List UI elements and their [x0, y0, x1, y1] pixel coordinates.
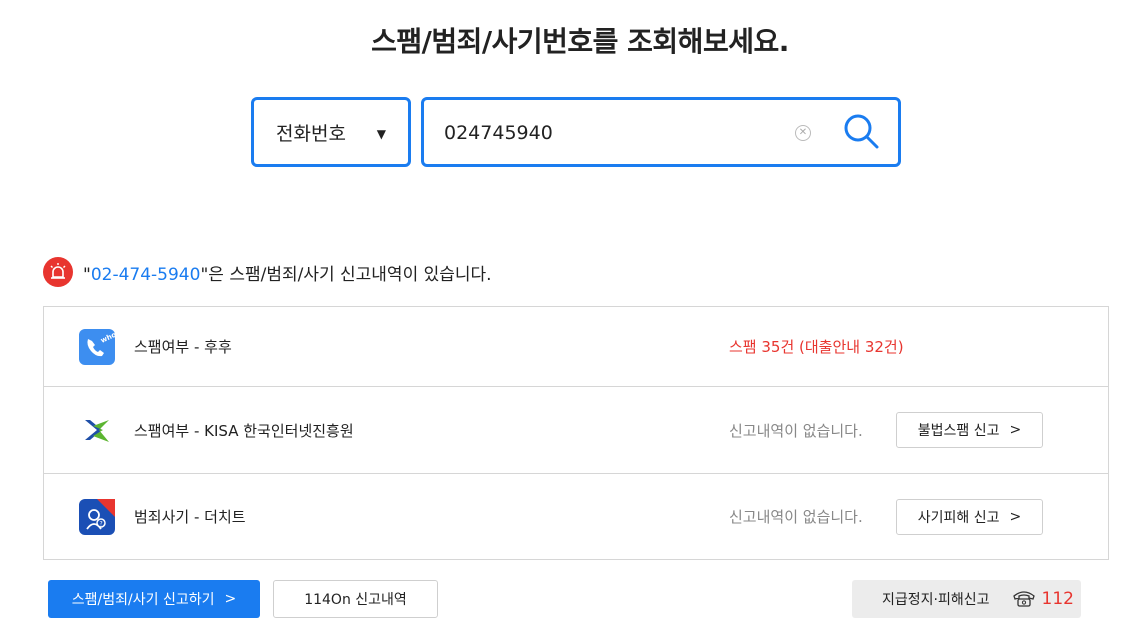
report-history-button-label: 114On 신고내역	[304, 592, 407, 608]
no-report-status: 신고내역이 없습니다.	[729, 421, 863, 440]
report-spam-button[interactable]: 스팸/범죄/사기 신고하기 >	[48, 580, 260, 618]
caret-down-icon: ▼	[376, 127, 386, 141]
report-button-label: 사기피해 신고	[917, 509, 1000, 526]
report-button-label: 불법스팸 신고	[917, 423, 1000, 439]
clear-icon[interactable]: ✕	[795, 125, 811, 141]
chevron-right-icon: >	[1009, 508, 1022, 525]
no-report-status: 신고내역이 없습니다.	[729, 508, 863, 526]
hotline-button[interactable]: 지급정지·피해신고 112	[852, 580, 1081, 618]
table-row: ? 범죄사기 - 더치트 신고내역이 없습니다. 사기피해 신고 >	[44, 473, 1108, 559]
kisa-logo-icon	[79, 412, 115, 448]
page-title: 스팸/범죄/사기번호를 조회해보세요.	[371, 25, 789, 58]
svg-text:?: ?	[100, 520, 103, 527]
source-label: 범죄사기 - 더치트	[134, 508, 246, 526]
source-label: 스팸여부 - 후후	[134, 338, 232, 356]
illegal-spam-report-button[interactable]: 불법스팸 신고 >	[896, 412, 1043, 448]
result-header: "02-474-5940"은 스팸/범죄/사기 신고내역이 있습니다.	[43, 257, 492, 287]
search-type-label: 전화번호	[276, 122, 346, 145]
hotline-label: 지급정지·피해신고	[882, 592, 990, 608]
result-message: "02-474-5940"은 스팸/범죄/사기 신고내역이 있습니다.	[83, 260, 492, 285]
table-row: who 스팸여부 - 후후 스팸 35건 (대출안내 32건)	[44, 307, 1108, 386]
result-phone-number: 02-474-5940	[90, 264, 201, 285]
hotline-number: 112	[1041, 589, 1074, 609]
whowho-logo-icon: who	[79, 328, 118, 365]
fraud-report-button[interactable]: 사기피해 신고 >	[896, 498, 1043, 535]
search-box: ✕	[421, 97, 901, 167]
report-history-button[interactable]: 114On 신고내역	[273, 580, 438, 618]
search-icon[interactable]	[842, 112, 882, 152]
phone-icon	[1012, 590, 1036, 608]
result-message-suffix: "은 스팸/범죄/사기 신고내역이 있습니다.	[200, 264, 492, 285]
bottom-bar: 스팸/범죄/사기 신고하기 > 114On 신고내역 지급정지·피해신고 112	[48, 580, 1110, 620]
result-table: who 스팸여부 - 후후 스팸 35건 (대출안내 32건) 스팸여부 - K…	[43, 306, 1109, 560]
search-input[interactable]	[444, 116, 784, 150]
table-row: 스팸여부 - KISA 한국인터넷진흥원 신고내역이 없습니다. 불법스팸 신고…	[44, 386, 1108, 473]
report-spam-button-label: 스팸/범죄/사기 신고하기	[71, 592, 215, 608]
alarm-icon	[43, 257, 73, 287]
chevron-right-icon: >	[1009, 422, 1022, 438]
quote-open: "	[83, 264, 91, 285]
search-type-select[interactable]: 전화번호 ▼	[251, 97, 411, 167]
thecheat-logo-icon: ?	[79, 498, 115, 535]
chevron-right-icon: >	[224, 591, 237, 607]
spam-count-status: 스팸 35건 (대출안내 32건)	[729, 338, 904, 356]
source-label: 스팸여부 - KISA 한국인터넷진흥원	[134, 421, 354, 440]
